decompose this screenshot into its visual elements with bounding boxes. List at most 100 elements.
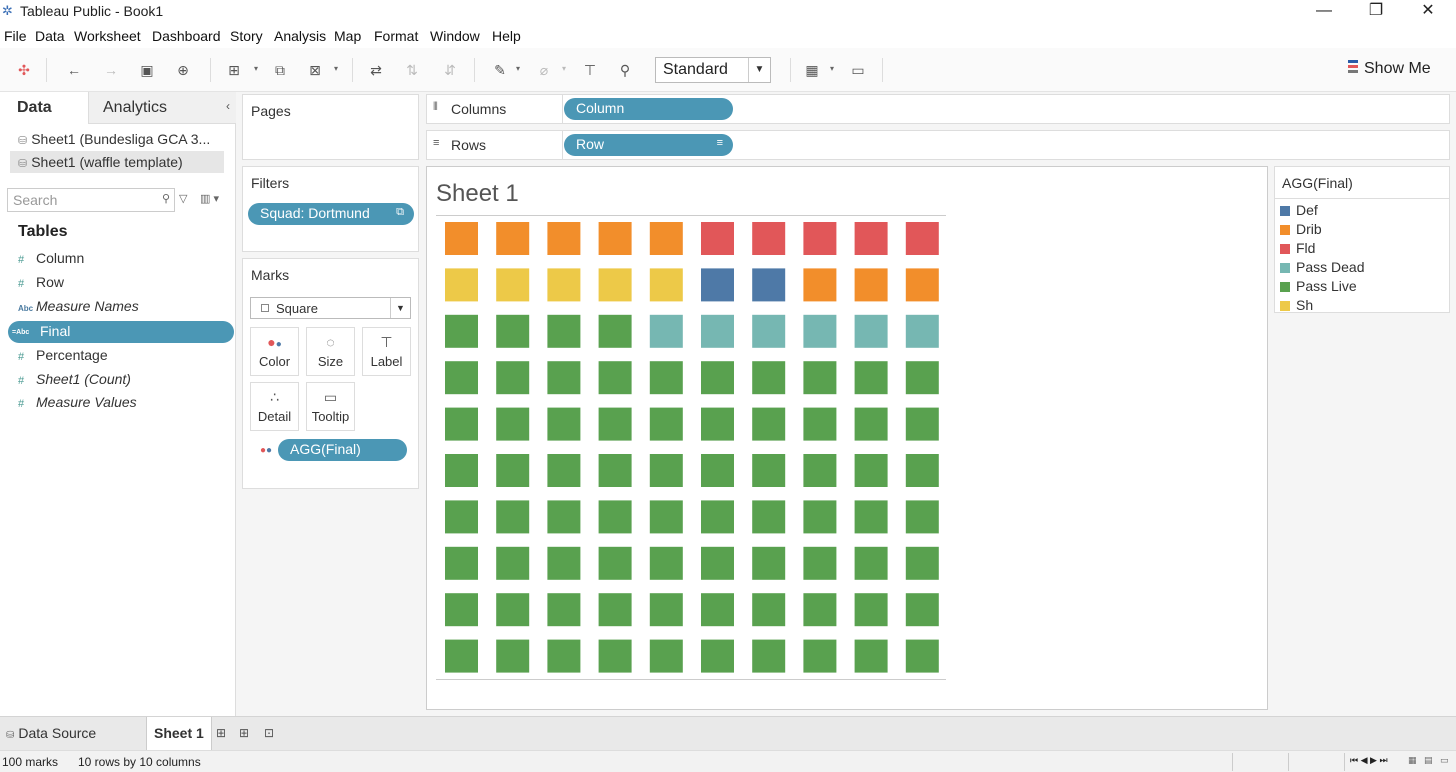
waffle-cell[interactable] [649, 639, 683, 673]
show-me-button[interactable]: Show Me [1348, 60, 1431, 78]
chevron-down-icon[interactable]: ▾ [334, 64, 338, 73]
legend-item[interactable]: Fld [1280, 240, 1315, 259]
color-button[interactable]: ●● Color [250, 327, 299, 376]
waffle-cell[interactable] [905, 639, 939, 673]
waffle-cell[interactable] [854, 546, 888, 580]
search-box[interactable]: ⚲ [7, 188, 175, 212]
menu-story[interactable]: Story [230, 28, 263, 44]
waffle-cell[interactable] [445, 314, 478, 348]
waffle-cell[interactable] [803, 222, 837, 255]
highlight-icon[interactable]: ✎ [490, 60, 510, 80]
tabs-view-icon[interactable]: ▭ [1440, 755, 1449, 766]
waffle-cell[interactable] [905, 361, 939, 395]
waffle-cell[interactable] [496, 500, 530, 534]
legend-item[interactable]: Pass Live [1280, 278, 1357, 297]
filters-card[interactable]: Filters Squad: Dortmund ⧉ [242, 166, 419, 252]
columns-pill[interactable]: Column [564, 98, 733, 120]
waffle-cell[interactable] [598, 314, 632, 348]
pin-axes-icon[interactable]: ⚲ [615, 60, 635, 80]
waffle-cell[interactable] [905, 314, 939, 348]
save-icon[interactable]: ▣ [137, 60, 157, 80]
new-worksheet-icon[interactable]: ⊞ [224, 60, 244, 80]
waffle-cell[interactable] [445, 546, 478, 580]
sort-descending-icon[interactable]: ⇵ [440, 60, 460, 80]
fit-select[interactable]: Standard ▼ [655, 57, 771, 83]
waffle-cell[interactable] [905, 454, 939, 487]
waffle-cell[interactable] [547, 546, 581, 580]
field-column[interactable]: # Column [18, 250, 228, 272]
datasource-item[interactable]: ⛁ Sheet1 (Bundesliga GCA 3... [10, 128, 224, 150]
waffle-cell[interactable] [496, 454, 530, 487]
close-icon[interactable]: ✕ [1402, 0, 1454, 24]
waffle-cell[interactable] [905, 222, 939, 255]
waffle-cell[interactable] [649, 454, 683, 487]
chevron-down-icon[interactable]: ▾ [830, 64, 834, 73]
group-members-icon[interactable]: ⌀ [534, 60, 554, 80]
waffle-cell[interactable] [701, 593, 734, 627]
sheet-nav-arrows-icon[interactable]: ⏮ ◀ ▶ ⏭ [1350, 755, 1388, 766]
chevron-down-icon[interactable]: ▾ [254, 64, 258, 73]
field-row[interactable]: # Row [18, 274, 228, 296]
waffle-cell[interactable] [803, 268, 837, 302]
field-measure-names[interactable]: Abc Measure Names [18, 298, 228, 320]
waffle-cell[interactable] [496, 407, 530, 441]
waffle-cell[interactable] [803, 454, 837, 487]
menu-file[interactable]: File [4, 28, 27, 44]
waffle-cell[interactable] [701, 268, 734, 302]
waffle-cell[interactable] [701, 454, 734, 487]
waffle-cell[interactable] [803, 500, 837, 534]
field-measure-values[interactable]: # Measure Values [18, 394, 228, 416]
waffle-cell[interactable] [496, 268, 530, 302]
size-button[interactable]: ◌ Size [306, 327, 355, 376]
new-worksheet-icon[interactable]: ⊞ [216, 726, 226, 740]
rows-shelf[interactable]: ≡ Rows Row ≡ [426, 130, 1450, 160]
show-cards-icon[interactable]: ▦ [802, 60, 822, 80]
menu-window[interactable]: Window [430, 28, 480, 44]
color-legend[interactable]: AGG(Final) Def Drib Fld Pass Dead Pass Live S… [1274, 166, 1450, 313]
waffle-cell[interactable] [752, 222, 786, 255]
waffle-cell[interactable] [649, 407, 683, 441]
waffle-cell[interactable] [752, 454, 786, 487]
waffle-cell[interactable] [854, 222, 888, 255]
waffle-cell[interactable] [803, 314, 837, 348]
waffle-cell[interactable] [598, 546, 632, 580]
redo-icon[interactable]: → [101, 60, 121, 80]
waffle-cell[interactable] [854, 639, 888, 673]
waffle-cell[interactable] [547, 407, 581, 441]
waffle-cell[interactable] [496, 546, 530, 580]
search-input[interactable] [13, 190, 153, 210]
undo-icon[interactable]: ← [64, 60, 84, 80]
waffle-cell[interactable] [445, 407, 478, 441]
chevron-down-icon[interactable]: ▼ [390, 298, 410, 318]
search-icon[interactable]: ⚲ [162, 192, 170, 205]
waffle-cell[interactable] [854, 407, 888, 441]
waffle-cell[interactable] [752, 314, 786, 348]
waffle-cell[interactable] [496, 639, 530, 673]
waffle-cell[interactable] [803, 407, 837, 441]
waffle-cell[interactable] [649, 500, 683, 534]
waffle-cell[interactable] [803, 546, 837, 580]
waffle-chart[interactable] [427, 167, 1269, 711]
waffle-cell[interactable] [445, 593, 478, 627]
menu-worksheet[interactable]: Worksheet [74, 28, 141, 44]
waffle-cell[interactable] [701, 314, 734, 348]
waffle-cell[interactable] [803, 361, 837, 395]
datasource-item-active[interactable]: ⛁ Sheet1 (waffle template) [10, 151, 224, 173]
waffle-cell[interactable] [496, 593, 530, 627]
columns-shelf[interactable]: ⦀ Columns Column [426, 94, 1450, 124]
waffle-cell[interactable] [598, 222, 632, 255]
waffle-cell[interactable] [649, 314, 683, 348]
maximize-icon[interactable]: ❐ [1350, 0, 1402, 24]
waffle-cell[interactable] [598, 500, 632, 534]
chevron-down-icon[interactable]: ▼ [748, 58, 770, 82]
menu-map[interactable]: Map [334, 28, 361, 44]
view-canvas[interactable]: Sheet 1 [426, 166, 1268, 710]
waffle-cell[interactable] [854, 593, 888, 627]
field-final[interactable]: =Abc Final [8, 321, 234, 343]
waffle-cell[interactable] [598, 454, 632, 487]
waffle-cell[interactable] [854, 268, 888, 302]
label-button[interactable]: ⊤ Label [362, 327, 411, 376]
waffle-cell[interactable] [445, 454, 478, 487]
waffle-cell[interactable] [905, 268, 939, 302]
legend-item[interactable]: Def [1280, 202, 1318, 221]
